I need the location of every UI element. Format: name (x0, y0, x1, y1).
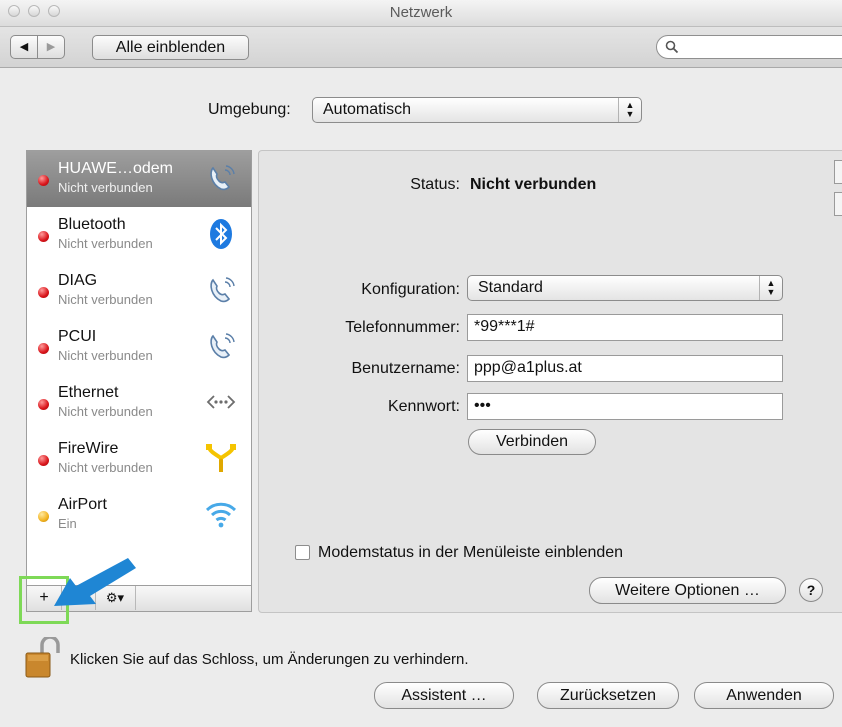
password-label: Kennwort: (387, 398, 460, 415)
location-label: Umgebung: (208, 101, 291, 118)
lock-text: Klicken Sie auf das Schloss, um Änderung… (70, 651, 469, 668)
service-name: PCUI (58, 328, 97, 345)
service-item-pcui[interactable]: PCUI Nicht verbunden (27, 319, 251, 375)
location-value: Automatisch (323, 101, 412, 118)
back-button[interactable]: ◀ (10, 35, 38, 59)
status-dot-red (38, 287, 49, 298)
service-status: Nicht verbunden (58, 236, 153, 251)
search-icon (665, 40, 679, 54)
phone-icon (210, 277, 235, 303)
phone-number-label: Telefonnummer: (345, 319, 460, 336)
bluetooth-icon (210, 219, 232, 249)
username-field[interactable]: ppp@a1plus.at (467, 355, 783, 382)
status-dot-red (38, 343, 49, 354)
service-status: Nicht verbunden (58, 292, 153, 307)
ethernet-icon (206, 395, 236, 409)
service-status: Nicht verbunden (58, 348, 153, 363)
clipped-controls (830, 150, 842, 270)
service-status: Nicht verbunden (58, 180, 153, 195)
wifi-icon (205, 502, 237, 528)
password-field[interactable]: ••• (467, 393, 783, 420)
search-input[interactable] (656, 35, 842, 59)
help-button[interactable]: ? (799, 578, 823, 602)
select-arrows-icon: ▲ ▼ (618, 98, 641, 122)
username-label: Benutzername: (351, 360, 460, 377)
assistant-button[interactable]: Assistent … (374, 682, 514, 709)
configuration-select[interactable]: Standard ▲ ▼ (467, 275, 783, 301)
status-dot-red (38, 231, 49, 242)
service-list: HUAWE…odem Nicht verbunden Bluetooth Nic… (26, 150, 252, 586)
configuration-value: Standard (478, 279, 543, 296)
window-title: Netzwerk (389, 4, 453, 21)
more-options-button[interactable]: Weitere Optionen … (589, 577, 786, 604)
service-status: Ein (58, 516, 77, 531)
service-name: Ethernet (58, 384, 119, 401)
service-status: Nicht verbunden (58, 404, 153, 419)
title-bar: Netzwerk (0, 0, 842, 27)
service-item-airport[interactable]: AirPort Ein (27, 487, 251, 543)
service-name: DIAG (58, 272, 98, 289)
modem-status-checkbox[interactable] (295, 545, 310, 560)
status-dot-yellow (38, 511, 49, 522)
annotation-arrow-icon (54, 558, 136, 606)
modem-status-label: Modemstatus in der Menüleiste einblenden (318, 544, 624, 561)
lock-icon[interactable] (24, 637, 60, 681)
status-dot-red (38, 455, 49, 466)
service-item-ethernet[interactable]: Ethernet Nicht verbunden (27, 375, 251, 431)
service-status: Nicht verbunden (58, 460, 153, 475)
location-select[interactable]: Automatisch ▲ ▼ (312, 97, 642, 123)
service-name: Bluetooth (58, 216, 126, 233)
status-value: Nicht verbunden (470, 176, 597, 193)
reset-button[interactable]: Zurücksetzen (537, 682, 679, 709)
connect-button[interactable]: Verbinden (468, 429, 596, 455)
phone-icon (210, 333, 235, 359)
service-item-firewire[interactable]: FireWire Nicht verbunden (27, 431, 251, 487)
service-item-bluetooth[interactable]: Bluetooth Nicht verbunden (27, 207, 251, 263)
status-dot-red (38, 175, 49, 186)
show-all-button[interactable]: Alle einblenden (92, 35, 249, 60)
toolbar: ◀ ▶ Alle einblenden (0, 27, 842, 68)
phone-number-field[interactable]: *99***1# (467, 314, 783, 341)
configuration-label: Konfiguration: (361, 281, 460, 298)
status-dot-red (38, 399, 49, 410)
forward-button[interactable]: ▶ (37, 35, 65, 59)
service-item-huawei-modem[interactable]: HUAWE…odem Nicht verbunden (27, 151, 251, 207)
firewire-icon (206, 444, 236, 472)
service-name: AirPort (58, 496, 107, 513)
apply-button[interactable]: Anwenden (694, 682, 834, 709)
service-name: HUAWE…odem (58, 160, 173, 177)
select-arrows-icon: ▲ ▼ (759, 276, 782, 300)
service-item-diag[interactable]: DIAG Nicht verbunden (27, 263, 251, 319)
phone-icon (210, 165, 235, 191)
service-name: FireWire (58, 440, 119, 457)
status-label: Status: (410, 176, 460, 193)
